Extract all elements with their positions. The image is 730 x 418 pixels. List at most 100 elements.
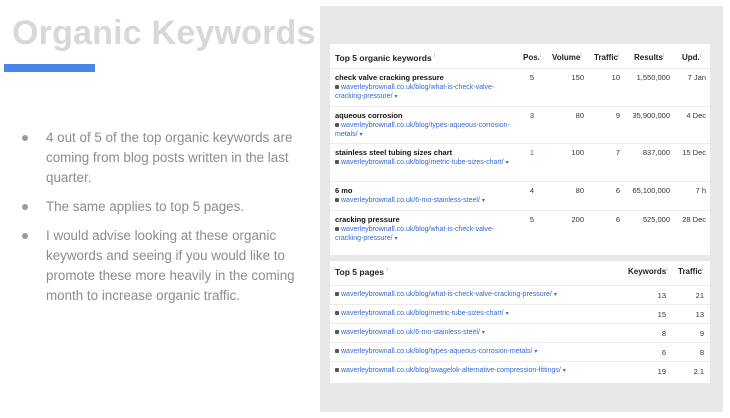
volume-value: 200 bbox=[571, 215, 584, 224]
chevron-down-icon: ▾ bbox=[505, 311, 509, 317]
page-row: waverleybrownall.co.uk/blog/what-is-chec… bbox=[330, 285, 710, 305]
info-icon: i bbox=[662, 53, 665, 59]
keyword-row: cracking pressure waverleybrownall.co.uk… bbox=[330, 210, 710, 249]
top-keywords-card: Top 5 organic keywords i Pos.i Volumei T… bbox=[330, 44, 710, 255]
chevron-down-icon: ▾ bbox=[505, 160, 509, 166]
traffic-value: 13 bbox=[695, 310, 704, 319]
slide-left-panel: Organic Keywords 4 out of 5 of the top o… bbox=[0, 0, 320, 418]
keyword-text[interactable]: 6 mo bbox=[335, 186, 353, 195]
keyword-url-link[interactable]: waverleybrownall.co.uk/blog/metric-tube-… bbox=[335, 158, 515, 168]
bullet-text: I would advise looking at these organic … bbox=[46, 228, 295, 303]
page-row: waverleybrownall.co.uk/blog/swagelok-alt… bbox=[330, 361, 710, 381]
bullet-dot-icon bbox=[22, 233, 28, 239]
page-row: waverleybrownall.co.uk/6-mo-stainless-st… bbox=[330, 323, 710, 343]
traffic-value: 8 bbox=[699, 348, 704, 357]
lock-icon bbox=[335, 368, 339, 373]
traffic-value: 7 bbox=[615, 148, 620, 157]
chevron-down-icon: ▾ bbox=[359, 132, 363, 138]
lock-icon bbox=[335, 160, 339, 165]
page-row: waverleybrownall.co.uk/blog/metric-tube-… bbox=[330, 304, 710, 324]
pos-value: 5 bbox=[529, 73, 534, 82]
pos-value: 3 bbox=[529, 111, 534, 120]
bullet-text: The same applies to top 5 pages. bbox=[46, 199, 245, 214]
page-url-link[interactable]: waverleybrownall.co.uk/blog/swagelok-alt… bbox=[335, 367, 566, 374]
keywords-value: 19 bbox=[657, 367, 666, 376]
upd-value: 28 Dec bbox=[682, 215, 706, 224]
results-value: 65,100,000 bbox=[632, 186, 670, 195]
top-pages-card: Top 5 pages i Keywordsi Traffici waverle… bbox=[330, 261, 710, 383]
chevron-down-icon: ▾ bbox=[553, 292, 557, 298]
traffic-value: 9 bbox=[699, 329, 704, 338]
traffic-value: 2.1 bbox=[693, 367, 704, 376]
upd-value: 4 Dec bbox=[686, 111, 706, 120]
volume-value: 100 bbox=[571, 148, 584, 157]
volume-value: 150 bbox=[571, 73, 584, 82]
volume-value: 80 bbox=[575, 186, 584, 195]
page-url-link[interactable]: waverleybrownall.co.uk/6-mo-stainless-st… bbox=[335, 329, 485, 336]
keyword-text[interactable]: stainless steel tubing sizes chart bbox=[335, 148, 452, 157]
page-url-link[interactable]: waverleybrownall.co.uk/blog/metric-tube-… bbox=[335, 310, 509, 317]
keyword-url-link[interactable]: waverleybrownall.co.uk/blog/types-aqueou… bbox=[335, 121, 515, 140]
col-header-traffic[interactable]: Traffici bbox=[594, 53, 619, 62]
results-value: 35,900,000 bbox=[632, 111, 670, 120]
lock-icon bbox=[335, 227, 339, 232]
lock-icon bbox=[335, 311, 339, 316]
keyword-row: aqueous corrosion waverleybrownall.co.uk… bbox=[330, 106, 710, 144]
chevron-down-icon: ▾ bbox=[394, 94, 398, 100]
bullet-dot-icon bbox=[22, 135, 28, 141]
top-keywords-title: Top 5 organic keywords i bbox=[335, 53, 436, 63]
info-icon: i bbox=[699, 53, 702, 59]
pos-value: 5 bbox=[529, 215, 534, 224]
col-header-results[interactable]: Resultsi bbox=[634, 53, 664, 62]
lock-icon bbox=[335, 330, 339, 335]
traffic-value: 21 bbox=[695, 291, 704, 300]
keyword-text[interactable]: check valve cracking pressure bbox=[335, 73, 444, 82]
keyword-text[interactable]: cracking pressure bbox=[335, 215, 400, 224]
top-pages-title: Top 5 pages i bbox=[335, 267, 388, 277]
info-icon: i bbox=[618, 53, 620, 59]
col-header-upd[interactable]: Upd.i bbox=[682, 53, 701, 62]
lock-icon bbox=[335, 349, 339, 354]
volume-value: 80 bbox=[575, 111, 584, 120]
upd-value: 15 Dec bbox=[682, 148, 706, 157]
bullet-text: 4 out of 5 of the top organic keywords a… bbox=[46, 130, 293, 185]
info-icon: i bbox=[702, 267, 704, 273]
keyword-url-link[interactable]: waverleybrownall.co.uk/6-mo-stainless-st… bbox=[335, 196, 515, 206]
keyword-text[interactable]: aqueous corrosion bbox=[335, 111, 403, 120]
info-icon: i bbox=[386, 267, 388, 273]
results-value: 525,000 bbox=[642, 215, 670, 224]
chevron-down-icon: ▾ bbox=[481, 198, 485, 204]
keyword-url-link[interactable]: waverleybrownall.co.uk/blog/what-is-chec… bbox=[335, 83, 515, 102]
results-value: 1,550,000 bbox=[636, 73, 670, 82]
bullet-list: 4 out of 5 of the top organic keywords a… bbox=[22, 128, 302, 315]
keyword-row: check valve cracking pressure waverleybr… bbox=[330, 68, 710, 107]
info-icon: i bbox=[580, 53, 582, 59]
bullet-item: The same applies to top 5 pages. bbox=[22, 197, 302, 217]
keywords-value: 15 bbox=[657, 310, 666, 319]
bullet-item: I would advise looking at these organic … bbox=[22, 226, 302, 306]
col-header-traffic[interactable]: Traffici bbox=[678, 267, 703, 276]
pos-value: 4 bbox=[529, 186, 534, 195]
keyword-url-link[interactable]: waverleybrownall.co.uk/blog/what-is-chec… bbox=[335, 225, 515, 244]
traffic-value: 6 bbox=[615, 215, 620, 224]
results-value: 837,000 bbox=[642, 148, 670, 157]
lock-icon bbox=[335, 198, 339, 203]
keywords-value: 13 bbox=[657, 291, 666, 300]
keyword-row: 6 mo waverleybrownall.co.uk/6-mo-stainle… bbox=[330, 181, 710, 211]
col-header-pos[interactable]: Pos.i bbox=[523, 53, 541, 62]
col-header-volume[interactable]: Volumei bbox=[552, 53, 582, 62]
col-header-keywords[interactable]: Keywordsi bbox=[628, 267, 668, 276]
chevron-down-icon: ▾ bbox=[394, 236, 398, 242]
page-row: waverleybrownall.co.uk/blog/types-aqueou… bbox=[330, 342, 710, 362]
title-accent-bar bbox=[4, 64, 95, 72]
chevron-down-icon: ▾ bbox=[534, 349, 538, 355]
page-url-link[interactable]: waverleybrownall.co.uk/blog/types-aqueou… bbox=[335, 348, 537, 355]
traffic-value: 10 bbox=[611, 73, 620, 82]
page-url-link[interactable]: waverleybrownall.co.uk/blog/what-is-chec… bbox=[335, 291, 557, 298]
bullet-item: 4 out of 5 of the top organic keywords a… bbox=[22, 128, 302, 188]
traffic-value: 6 bbox=[615, 186, 620, 195]
keyword-row: stainless steel tubing sizes chart waver… bbox=[330, 143, 710, 182]
chevron-down-icon: ▾ bbox=[562, 368, 566, 374]
lock-icon bbox=[335, 292, 339, 297]
info-icon: i bbox=[434, 53, 436, 59]
